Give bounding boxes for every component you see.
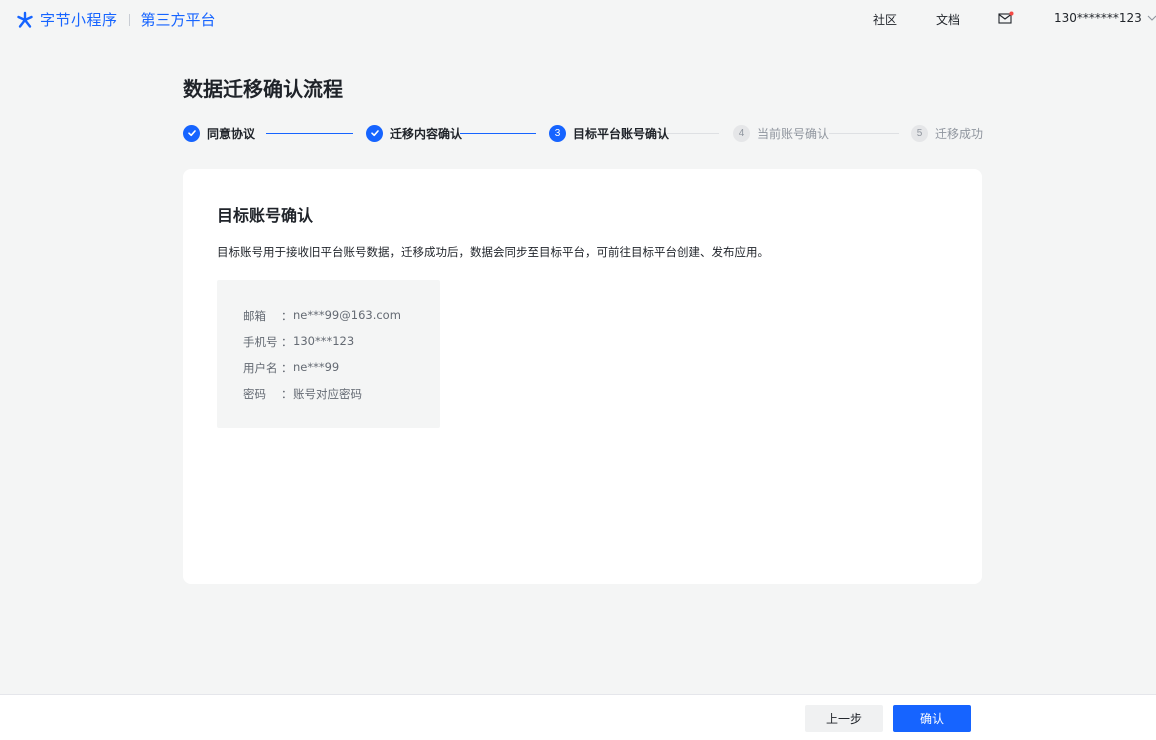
card-description: 目标账号用于接收旧平台账号数据，迁移成功后，数据会同步至目标平台，可前往目标平台…: [217, 245, 769, 259]
step-label: 迁移内容确认: [390, 126, 463, 141]
step-connector: [460, 133, 536, 134]
page-title: 数据迁移确认流程: [183, 77, 343, 101]
step-label: 目标平台账号确认: [573, 126, 670, 141]
step-connector: [266, 133, 353, 134]
top-bar: 字节小程序 第三方平台 社区 文档 130*******123: [0, 0, 1156, 38]
step-number: 3: [549, 124, 566, 142]
info-value: 130***123: [293, 334, 355, 348]
step-connector: [829, 133, 899, 134]
card-title: 目标账号确认: [217, 206, 314, 225]
brand-logo-icon: [17, 11, 33, 28]
target-account-card: 目标账号确认 目标账号用于接收旧平台账号数据，迁移成功后，数据会同步至目标平台，…: [183, 169, 982, 584]
step-label: 当前账号确认: [757, 126, 830, 141]
info-key: 手机号: [243, 335, 278, 349]
info-value: 账号对应密码: [293, 387, 362, 401]
info-key: 用户名: [243, 361, 278, 375]
info-colon: ：: [281, 361, 293, 375]
brand[interactable]: 字节小程序 第三方平台: [16, 9, 216, 30]
step-label: 迁移成功: [935, 126, 984, 141]
brand-subtitle: 第三方平台: [140, 11, 216, 29]
info-key: 密码: [243, 387, 266, 401]
step-target-account: 3 目标平台账号确认: [549, 124, 669, 142]
step-agree: 同意协议: [183, 124, 255, 142]
nav-community-link[interactable]: 社区: [873, 11, 897, 28]
step-success: 5 迁移成功: [911, 124, 983, 142]
progress-steps: 同意协议 迁移内容确认 3 目标平台账号确认 4 当前账号确认 5 迁移成功: [183, 124, 983, 144]
step-current-account: 4 当前账号确认: [733, 124, 829, 142]
account-info-box: 邮箱 ： ne***99@163.com 手机号 ： 130***123 用户名…: [217, 280, 440, 428]
info-row-username: 用户名 ： ne***99: [243, 360, 339, 376]
footer-action-bar: 上一步 确认: [0, 694, 1156, 740]
info-colon: ：: [281, 309, 293, 323]
brand-name: 字节小程序: [40, 11, 118, 29]
chevron-down-icon: [1147, 15, 1156, 21]
step-number: 5: [911, 124, 928, 142]
check-icon: [366, 124, 383, 142]
step-connector: [667, 133, 719, 134]
step-number: 4: [733, 124, 750, 142]
info-colon: ：: [281, 335, 293, 349]
nav-docs-link[interactable]: 文档: [936, 11, 960, 28]
info-value: ne***99@163.com: [293, 308, 401, 322]
info-value: ne***99: [293, 360, 340, 374]
info-row-phone: 手机号 ： 130***123: [243, 334, 354, 350]
step-content-confirm: 迁移内容确认: [366, 124, 462, 142]
info-key: 邮箱: [243, 309, 266, 323]
step-label: 同意协议: [207, 126, 256, 141]
info-row-password: 密码 ： 账号对应密码: [243, 386, 362, 402]
mail-icon[interactable]: [998, 11, 1014, 25]
user-phone: 130*******123: [1054, 11, 1142, 25]
info-row-email: 邮箱 ： ne***99@163.com: [243, 308, 401, 324]
user-account-menu[interactable]: 130*******123: [1054, 11, 1156, 25]
info-colon: ：: [281, 387, 293, 401]
check-icon: [183, 124, 200, 142]
previous-step-button[interactable]: 上一步: [805, 705, 883, 732]
brand-divider: [128, 13, 130, 26]
confirm-button[interactable]: 确认: [893, 705, 971, 732]
